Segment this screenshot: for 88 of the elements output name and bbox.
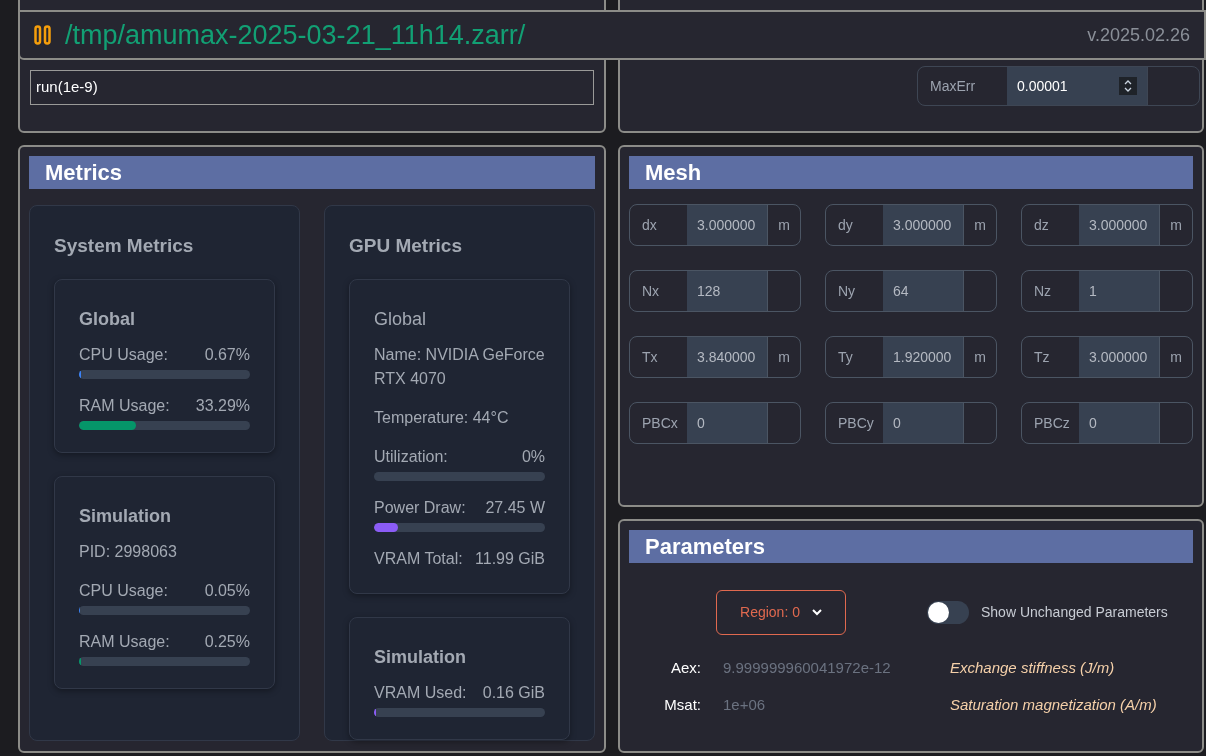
card-title: GPU Metrics	[349, 234, 463, 258]
version-label: v.2025.02.26	[1087, 23, 1190, 47]
field-label: Tz	[1033, 347, 1051, 367]
field-label: Tx	[641, 347, 659, 367]
subcard-title: Global	[79, 307, 136, 331]
field-value: 1	[1089, 281, 1097, 301]
mesh-field[interactable]: PBCx 0	[629, 402, 801, 444]
subcard-title: Simulation	[374, 645, 467, 669]
field-label: dz	[1033, 215, 1050, 235]
parameter-description: Exchange stiffness (J/m)	[950, 658, 1115, 678]
field-value: 0	[697, 413, 705, 433]
field-label: dy	[837, 215, 854, 235]
section-header: Parameters	[629, 530, 1193, 563]
card-title: System Metrics	[54, 234, 195, 258]
field-value: 64	[893, 281, 909, 301]
field-value: 3.000000	[893, 215, 952, 235]
metric-label: CPU Usage:	[79, 580, 168, 601]
mesh-field[interactable]: PBCy 0	[825, 402, 997, 444]
maxerr-field[interactable]: MaxErr 0.00001	[917, 66, 1200, 106]
mesh-field[interactable]: dy 3.000000 m	[825, 204, 997, 246]
mesh-field[interactable]: PBCz 0	[1021, 402, 1193, 444]
field-value: 0	[893, 413, 901, 433]
unit-label: m	[778, 215, 790, 235]
field-label: PBCx	[641, 413, 679, 433]
mesh-field[interactable]: Tx 3.840000 m	[629, 336, 801, 378]
unit-label: m	[974, 215, 986, 235]
mesh-field[interactable]: dx 3.000000 m	[629, 204, 801, 246]
parameter-name: Msat:	[663, 694, 701, 715]
mesh-field[interactable]: Ny 64	[825, 270, 997, 312]
field-value: 3.000000	[697, 215, 756, 235]
field-value: 3.840000	[697, 347, 756, 367]
unit-label: m	[1170, 215, 1182, 235]
metric-label: VRAM Total:	[374, 548, 463, 569]
section-header: Mesh	[629, 156, 1193, 189]
field-label: Nz	[1033, 281, 1053, 301]
metric-value: 0%	[521, 446, 545, 467]
field-value: 0.00001	[1017, 76, 1068, 96]
parameter-value: 9.999999960041972e-12	[723, 658, 892, 678]
field-value: 128	[697, 281, 721, 301]
metric-value: 0.67%	[204, 344, 250, 365]
metric-text: PID: 2998063	[79, 541, 178, 562]
stepper-icon[interactable]	[1119, 77, 1137, 95]
toggle-switch[interactable]	[927, 601, 969, 624]
field-value: 3.000000	[1089, 347, 1148, 367]
field-label: Ty	[837, 347, 854, 367]
field-value: 1.920000	[893, 347, 952, 367]
subcard-title: Simulation	[79, 504, 172, 528]
section-header: Metrics	[29, 156, 595, 189]
metric-text: Name: NVIDIA GeForce RTX 4070	[374, 344, 545, 389]
field-label: dx	[641, 215, 658, 235]
parameter-name: Aex:	[670, 658, 701, 678]
field-value: 0	[1089, 413, 1097, 433]
metric-label: Power Draw:	[374, 497, 466, 518]
field-value: 3.000000	[1089, 215, 1148, 235]
toggle-label: Show Unchanged Parameters	[981, 603, 1168, 622]
metric-value: 11.99 GiB	[475, 548, 545, 569]
metric-value: 0.16 GiB	[482, 682, 545, 703]
metric-value: 33.29%	[195, 395, 250, 416]
path-title: /tmp/amumax-2025-03-21_11h14.zarr/	[65, 18, 526, 52]
unit-label: m	[974, 347, 986, 367]
field-label: Ny	[837, 281, 857, 301]
unit-label: m	[778, 347, 790, 367]
region-dropdown[interactable]: Region: 0	[716, 590, 846, 635]
field-label: PBCz	[1033, 413, 1071, 433]
metric-value: 0.05%	[204, 580, 250, 601]
metric-value: 0.25%	[204, 631, 250, 652]
subcard-title: Global	[374, 307, 428, 331]
command-field[interactable]: run(1e-9)	[30, 70, 594, 105]
mesh-field[interactable]: Ty 1.920000 m	[825, 336, 997, 378]
unit-label: m	[1170, 347, 1182, 367]
metric-label: Utilization:	[374, 446, 448, 467]
metric-text: Temperature: 44°C	[374, 407, 510, 428]
metric-label: CPU Usage:	[79, 344, 168, 365]
metric-label: VRAM Used:	[374, 682, 467, 703]
metric-value: 27.45 W	[485, 497, 545, 518]
field-label: MaxErr	[929, 76, 977, 96]
mesh-field[interactable]: Nz 1	[1021, 270, 1193, 312]
mesh-field[interactable]: Tz 3.000000 m	[1021, 336, 1193, 378]
field-label: Nx	[641, 281, 661, 301]
chevron-down-icon	[811, 609, 822, 616]
pause-icon	[34, 25, 51, 45]
field-label: PBCy	[837, 413, 875, 433]
metric-label: RAM Usage:	[79, 631, 170, 652]
parameter-description: Saturation magnetization (A/m)	[950, 694, 1157, 715]
mesh-field[interactable]: dz 3.000000 m	[1021, 204, 1193, 246]
metric-label: RAM Usage:	[79, 395, 170, 416]
mesh-field[interactable]: Nx 128	[629, 270, 801, 312]
parameter-value: 1e+06	[723, 694, 767, 715]
